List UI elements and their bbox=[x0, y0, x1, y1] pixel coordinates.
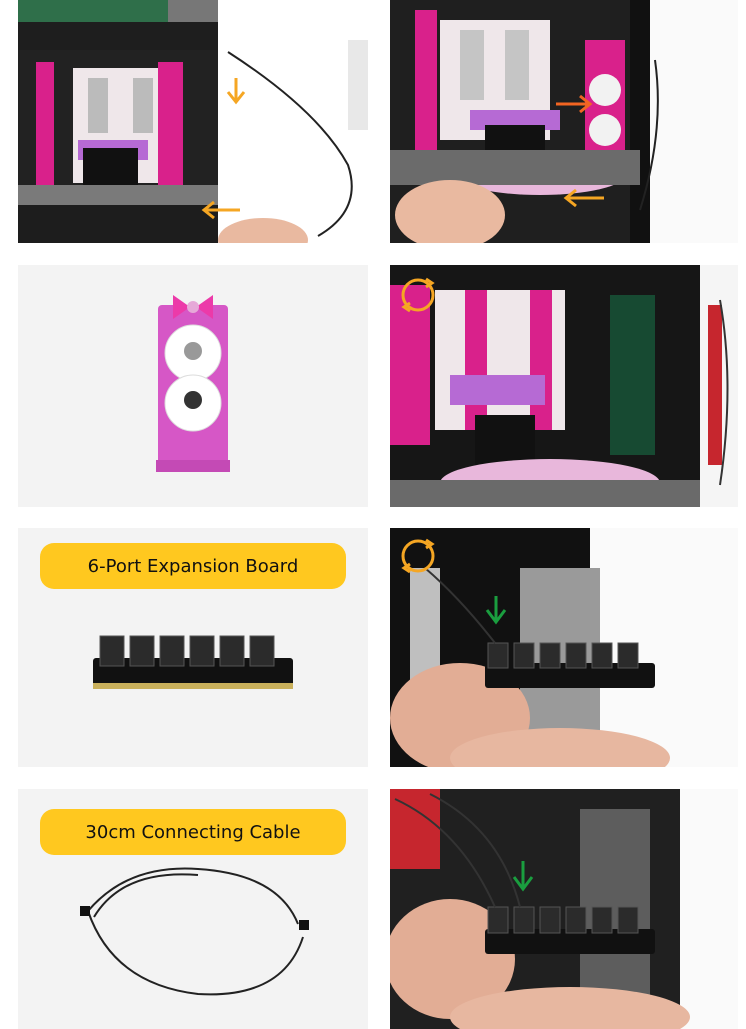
photo-step-3 bbox=[390, 265, 738, 507]
photo-step-1 bbox=[18, 0, 368, 243]
connecting-cable-label: 30cm Connecting Cable bbox=[40, 809, 346, 855]
photo-step-4 bbox=[390, 528, 738, 767]
photo-connecting-cable: 30cm Connecting Cable bbox=[18, 789, 368, 1029]
photo-part-plates bbox=[18, 265, 368, 507]
expansion-board-label: 6-Port Expansion Board bbox=[40, 543, 346, 589]
photo-step-2 bbox=[390, 0, 738, 243]
photo-expansion-board: 6-Port Expansion Board bbox=[18, 528, 368, 767]
photo-step-5 bbox=[390, 789, 738, 1029]
instruction-grid: 6-Port Expansion Board 30cm Connecting C… bbox=[0, 0, 746, 1029]
